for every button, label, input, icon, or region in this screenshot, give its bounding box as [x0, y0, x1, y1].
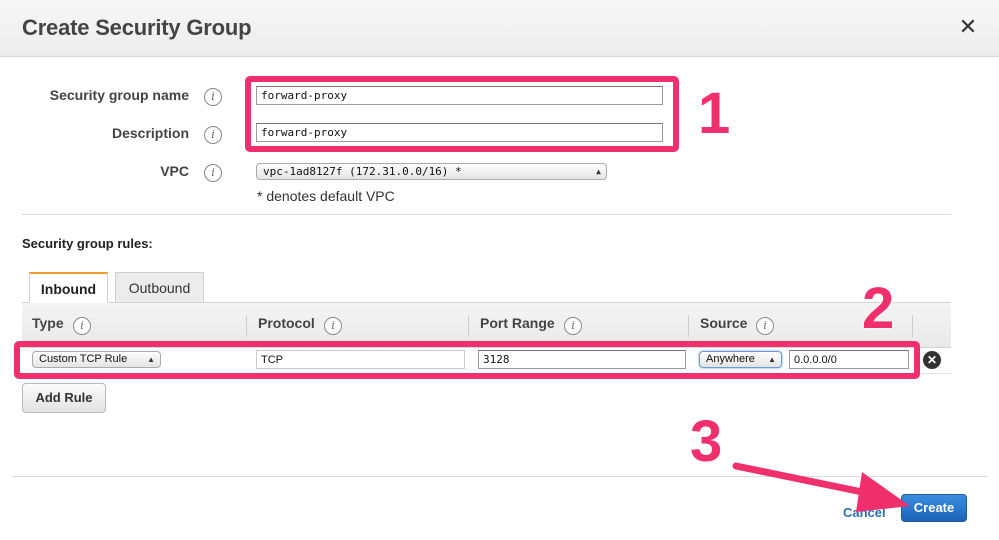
annotation-arrow	[732, 462, 910, 512]
tab-inbound[interactable]: Inbound	[29, 272, 108, 303]
